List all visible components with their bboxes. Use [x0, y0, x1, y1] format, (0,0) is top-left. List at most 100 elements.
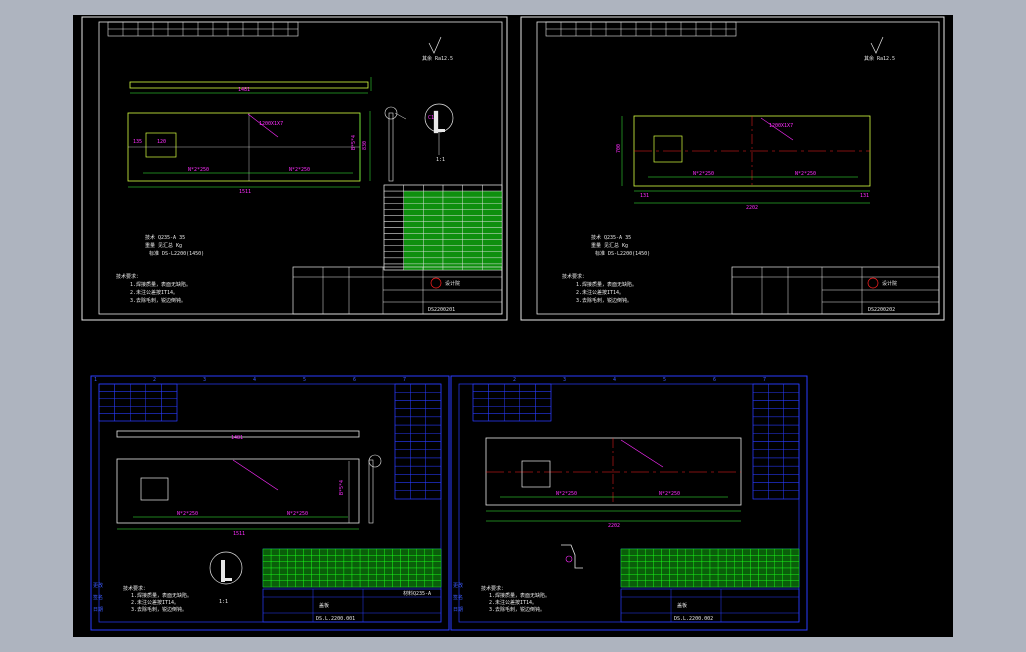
table-cell [295, 567, 304, 575]
table-cell [145, 391, 162, 399]
table-cell [734, 561, 743, 569]
table-cell [327, 555, 337, 562]
table-cell [403, 239, 424, 246]
table-cell [410, 474, 426, 483]
table-cell [768, 424, 784, 434]
table-cell [472, 406, 489, 414]
table-cell [410, 392, 426, 401]
table-cell [425, 465, 442, 475]
table-cell [145, 413, 162, 422]
table-cell [752, 433, 769, 442]
table-cell [742, 548, 751, 556]
table-cell [752, 441, 769, 450]
table-cell [145, 383, 162, 392]
notes-line2: 2.未注公差按IT14。 [130, 289, 178, 296]
table-cell [783, 465, 800, 475]
table-cell [488, 398, 505, 407]
table-cell [535, 406, 552, 414]
table-cell [303, 555, 312, 562]
sheet-bottom-right[interactable]: 2 3 4 5 6 7 N*2*250 N*2*250 2202 技术要求： 1.焊接… [450, 375, 808, 631]
table-cell [768, 457, 784, 467]
svg-text:1200X1X7: 1200X1X7 [769, 123, 793, 129]
table-cell [685, 555, 695, 562]
spacing-label-br: N*2*250 [556, 491, 577, 497]
table-cell [376, 574, 385, 581]
table-cell [488, 406, 505, 414]
table-cell [287, 567, 296, 575]
table-cell [628, 574, 638, 581]
table-cell [376, 561, 385, 569]
table-cell [410, 408, 426, 418]
table-cell [504, 406, 521, 414]
table-cell [425, 383, 442, 393]
table-cell [742, 580, 751, 588]
drawing-no-bl: DS.L.2200.001 [316, 616, 355, 622]
table-cell [410, 482, 426, 491]
table-cell [768, 408, 784, 418]
table-cell [376, 555, 385, 562]
cad-canvas[interactable]: 其余 Ra12.5 1481 120 135 1200X1X7 N*2*250 … [73, 15, 953, 637]
table-cell [408, 561, 417, 569]
table-cell [442, 209, 463, 216]
table-cell [482, 215, 503, 222]
table-cell [403, 257, 424, 265]
svg-text:2.未注公差按IT14。: 2.未注公差按IT14。 [576, 289, 624, 296]
table-cell [394, 474, 411, 483]
table-cell [425, 408, 442, 418]
table-cell [752, 465, 769, 475]
sheet-bottom-left[interactable]: 1 2 3 4 5 6 7 1481 N*2*250 N*2*250 1511 B*5… [90, 375, 450, 631]
table-cell [383, 251, 404, 259]
table-cell [717, 567, 727, 575]
table-cell [661, 555, 670, 562]
table-cell [685, 567, 695, 575]
table-cell [669, 548, 678, 556]
table-cell [278, 580, 288, 588]
table-cell [782, 555, 792, 562]
table-cell [653, 580, 662, 588]
table-cell [432, 567, 442, 575]
table-cell [383, 190, 404, 198]
svg-text:DS2200202: DS2200202 [868, 307, 895, 313]
svg-text:7: 7 [763, 377, 766, 383]
table-cell [750, 548, 759, 556]
table-cell [768, 474, 784, 483]
length-label: 1481 [238, 87, 250, 93]
table-cell [319, 561, 328, 569]
table-cell [367, 574, 377, 581]
table-cell [482, 221, 503, 228]
table-cell [403, 245, 424, 252]
table-cell [685, 574, 695, 581]
table-cell [462, 245, 483, 252]
table-cell [693, 561, 703, 569]
table-cell [416, 574, 426, 581]
svg-text:技术要求：: 技术要求： [481, 585, 506, 592]
sheet-top-right[interactable]: 其余 Ra12.5 1200X1X7 N*2*250 N*2*250 131 1… [520, 16, 945, 321]
table-cell [752, 474, 769, 483]
table-cell [423, 245, 444, 252]
table-cell [394, 400, 411, 409]
table-cell [472, 383, 489, 392]
table-cell [425, 416, 442, 426]
table-cell [335, 561, 345, 569]
table-cell [717, 561, 727, 569]
table-cell [335, 555, 345, 562]
table-cell [442, 227, 463, 234]
table-cell [416, 548, 426, 556]
table-cell [628, 561, 638, 569]
table-cell [145, 398, 162, 407]
table-cell [423, 190, 444, 198]
table-cell [766, 580, 775, 588]
svg-text:标准 DS-L2200(1450): 标准 DS-L2200(1450) [595, 250, 650, 257]
table-cell [742, 555, 751, 562]
table-cell [410, 416, 426, 426]
svg-text:重量 见汇总 Kg: 重量 见汇总 Kg [145, 242, 182, 249]
svg-text:设计院: 设计院 [445, 280, 460, 287]
cad-drawing: 其余 Ra12.5 1481 120 135 1200X1X7 N*2*250 … [81, 16, 945, 631]
table-cell [403, 215, 424, 222]
table-cell [400, 567, 409, 575]
sheet-top-left[interactable]: 其余 Ra12.5 1481 120 135 1200X1X7 N*2*250 … [81, 16, 508, 321]
table-cell [653, 567, 662, 575]
table-cell [410, 490, 426, 500]
table-cell [462, 184, 483, 192]
table-cell [661, 574, 670, 581]
